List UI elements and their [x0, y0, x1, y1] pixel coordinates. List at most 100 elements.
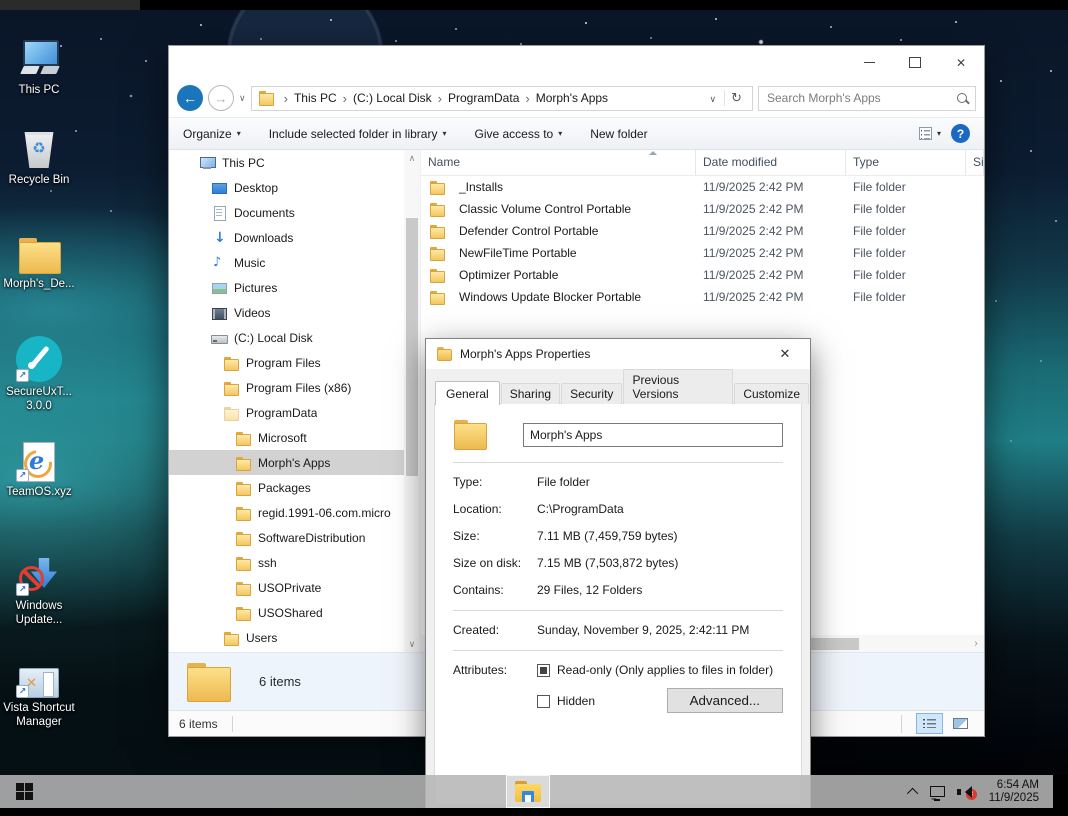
- search-input[interactable]: [759, 91, 953, 105]
- file-row[interactable]: Optimizer Portable 11/9/2025 2:42 PM Fil…: [421, 264, 984, 286]
- start-button[interactable]: [0, 775, 48, 808]
- forward-button[interactable]: [208, 85, 234, 111]
- tree-item[interactable]: USOPrivate: [169, 575, 404, 600]
- refresh-icon[interactable]: [724, 90, 748, 106]
- readonly-label: Read-only (Only applies to files in fold…: [557, 663, 773, 677]
- breadcrumb-segment[interactable]: ProgramData: [448, 91, 519, 105]
- folder-name-field[interactable]: [523, 423, 783, 447]
- tree-item-label: regid.1991-06.com.micro: [258, 506, 391, 520]
- info-row: Size: 7.11 MB (7,459,759 bytes): [453, 529, 783, 543]
- dialog-tabs: General Sharing Security Previous Versio…: [435, 383, 810, 404]
- readonly-checkbox[interactable]: [537, 664, 550, 677]
- tree-item[interactable]: Desktop: [169, 175, 404, 200]
- tree-item[interactable]: Videos: [169, 300, 404, 325]
- breadcrumb-chevron-icon: [278, 91, 294, 106]
- toolbar-item[interactable]: Include selected folder in library ▾: [269, 127, 447, 141]
- close-button[interactable]: [938, 46, 984, 79]
- tree-item[interactable]: Pictures: [169, 275, 404, 300]
- tree-item[interactable]: Downloads: [169, 225, 404, 250]
- desktop-icon[interactable]: This PC: [0, 32, 78, 97]
- toolbar-item[interactable]: Give access to ▾: [475, 127, 563, 141]
- view-selector-button[interactable]: ▾: [919, 127, 941, 140]
- column-header-date-modified[interactable]: Date modified: [696, 150, 846, 175]
- tree-item[interactable]: ProgramData: [169, 400, 404, 425]
- tree-item[interactable]: regid.1991-06.com.micro: [169, 500, 404, 525]
- tree-item-label: This PC: [222, 156, 265, 170]
- file-date-modified: 11/9/2025 2:42 PM: [696, 246, 846, 260]
- desktop-icon[interactable]: Morph's_De...: [0, 226, 78, 291]
- desktop-icon-label: SecureUxT... 3.0.0: [0, 385, 78, 413]
- breadcrumb-segment[interactable]: (C:) Local Disk: [353, 91, 432, 105]
- tree-item-label: Microsoft: [258, 431, 307, 445]
- help-button[interactable]: [951, 124, 970, 143]
- info-label: Size:: [453, 529, 537, 543]
- file-row[interactable]: NewFileTime Portable 11/9/2025 2:42 PM F…: [421, 242, 984, 264]
- scrollbar-thumb[interactable]: [406, 218, 418, 476]
- minimize-button[interactable]: [846, 46, 892, 79]
- tree-item[interactable]: This PC: [169, 150, 404, 175]
- toolbar-item-label: Organize: [183, 127, 232, 141]
- tree-item[interactable]: Packages: [169, 475, 404, 500]
- tree-item[interactable]: Documents: [169, 200, 404, 225]
- screen-bottom-border: [0, 808, 1068, 816]
- maximize-button[interactable]: [892, 46, 938, 79]
- address-bar[interactable]: This PC (C:) Local Disk ProgramData: [251, 86, 753, 111]
- tree-item[interactable]: Music: [169, 250, 404, 275]
- back-button[interactable]: [177, 85, 203, 111]
- tree-item[interactable]: Morph's Apps: [169, 450, 404, 475]
- breadcrumb-segment[interactable]: This PC: [294, 91, 337, 105]
- breadcrumb-chevron-icon: [337, 91, 353, 106]
- scroll-right-icon[interactable]: [968, 638, 984, 649]
- tree-item[interactable]: Microsoft: [169, 425, 404, 450]
- taskbar-clock[interactable]: 6:54 AM 11/9/2025: [989, 779, 1039, 805]
- file-folder-icon: [429, 179, 445, 195]
- selected-folder-icon: [185, 662, 231, 702]
- dialog-tab[interactable]: Sharing: [501, 383, 560, 404]
- desktop-icon[interactable]: Vista Shortcut Manager: [0, 650, 78, 729]
- details-view-button[interactable]: [916, 713, 943, 734]
- tree-scrollbar[interactable]: [404, 150, 420, 652]
- desktop-icon[interactable]: TeamOS.xyz: [0, 434, 78, 499]
- toolbar-item[interactable]: Organize ▾: [183, 127, 241, 141]
- tree-item[interactable]: Users: [169, 625, 404, 650]
- hidden-checkbox[interactable]: [537, 695, 550, 708]
- dialog-tab[interactable]: Customize: [734, 383, 809, 404]
- desktop-icon[interactable]: Windows Update...: [0, 548, 78, 627]
- tree-item[interactable]: Program Files: [169, 350, 404, 375]
- file-row[interactable]: Windows Update Blocker Portable 11/9/202…: [421, 286, 984, 308]
- volume-muted-icon[interactable]: [957, 784, 977, 800]
- file-row[interactable]: Defender Control Portable 11/9/2025 2:42…: [421, 220, 984, 242]
- scroll-down-icon[interactable]: [404, 636, 420, 652]
- dialog-tab[interactable]: General: [435, 381, 500, 405]
- address-dropdown-icon[interactable]: [704, 91, 723, 105]
- breadcrumb-segment[interactable]: Morph's Apps: [536, 91, 608, 105]
- dialog-tab[interactable]: Security: [561, 383, 622, 404]
- thumbnails-view-button[interactable]: [947, 713, 974, 734]
- column-header-type[interactable]: Type: [846, 150, 966, 175]
- desktop-icon[interactable]: Recycle Bin: [0, 122, 78, 187]
- tray-overflow-chevron-icon[interactable]: [907, 787, 918, 798]
- file-type: File folder: [846, 202, 966, 216]
- file-row[interactable]: Classic Volume Control Portable 11/9/202…: [421, 198, 984, 220]
- tree-item[interactable]: (C:) Local Disk: [169, 325, 404, 350]
- scroll-up-icon[interactable]: [404, 150, 420, 166]
- network-icon[interactable]: [930, 786, 945, 797]
- taskbar-file-explorer-button[interactable]: [506, 775, 550, 808]
- file-row[interactable]: _Installs 11/9/2025 2:42 PM File folder: [421, 176, 984, 198]
- search-icon[interactable]: [953, 87, 975, 110]
- dialog-close-button[interactable]: [770, 346, 800, 362]
- info-label: Type:: [453, 475, 537, 489]
- column-header-size[interactable]: Si: [966, 150, 984, 175]
- tree-item[interactable]: Program Files (x86): [169, 375, 404, 400]
- toolbar-item[interactable]: New folder: [590, 127, 652, 141]
- desktop-icon[interactable]: SecureUxT... 3.0.0: [0, 334, 78, 413]
- tree-item[interactable]: SoftwareDistribution: [169, 525, 404, 550]
- dialog-tab[interactable]: Previous Versions: [623, 369, 733, 404]
- recent-locations-dropdown-icon[interactable]: [239, 93, 246, 104]
- advanced-button[interactable]: Advanced...: [667, 688, 783, 713]
- desktop-icon-label: This PC: [0, 83, 78, 97]
- hidden-label: Hidden: [557, 694, 595, 708]
- tree-item[interactable]: ssh: [169, 550, 404, 575]
- tree-item[interactable]: USOShared: [169, 600, 404, 625]
- tree-item-icon: [235, 580, 251, 596]
